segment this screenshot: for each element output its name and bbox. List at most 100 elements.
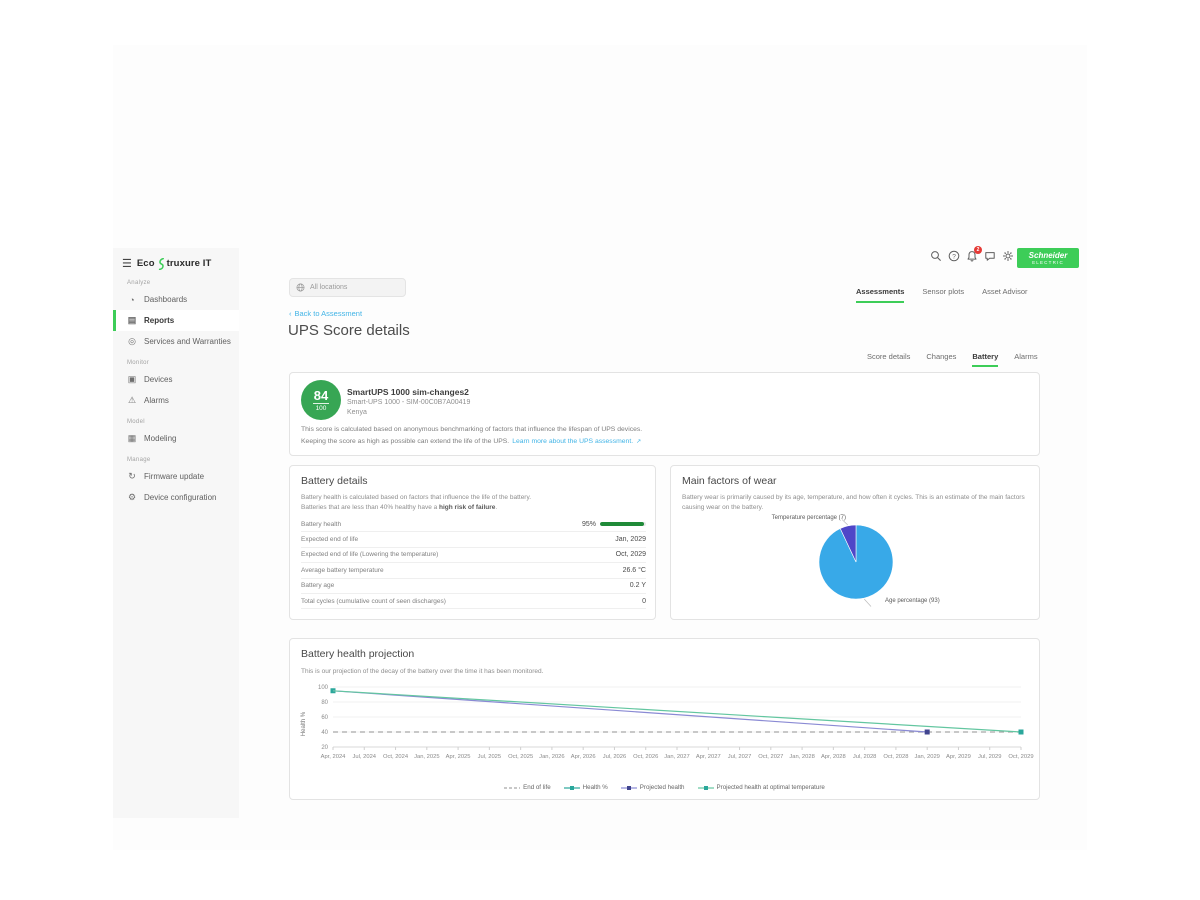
location-filter[interactable]: All locations xyxy=(289,278,406,297)
row-label: Average battery temperature xyxy=(301,567,384,574)
logo-text-eco: Eco xyxy=(137,258,155,269)
ups-score-card: 84 100 SmartUPS 1000 sim-changes2 Smart-… xyxy=(289,372,1040,456)
battery-detail-row-expected-end-of-life: Expected end of life Jan, 2029 xyxy=(301,532,646,547)
sidebar-item-device-configuration[interactable]: ⚙Device configuration xyxy=(113,487,239,508)
svg-text:?: ? xyxy=(952,253,956,260)
score-value: 84 xyxy=(314,389,328,402)
svg-text:Oct, 2024: Oct, 2024 xyxy=(383,754,409,760)
legend-label: Projected health at optimal temperature xyxy=(717,784,825,791)
sidebar-item-label: Alarms xyxy=(144,396,169,405)
learn-more-link[interactable]: Learn more about the UPS assessment. xyxy=(512,438,633,445)
hamburger-menu-icon[interactable]: ☰ xyxy=(122,257,132,270)
notifications-bell-icon[interactable]: 2 xyxy=(965,249,979,263)
sidebar-section-analyze: Analyze xyxy=(113,272,239,289)
feedback-icon[interactable] xyxy=(983,249,997,263)
score-max: 100 xyxy=(316,405,327,412)
svg-text:Jan, 2025: Jan, 2025 xyxy=(414,754,439,760)
score-badge: 84 100 xyxy=(301,380,341,420)
sidebar-item-services-and-warranties[interactable]: ◎Services and Warranties xyxy=(113,331,239,352)
wear-card-description: Battery wear is primarily caused by its … xyxy=(682,493,1030,513)
sidebar: ☰ Eco truxure IT Analyze◔Dashboards ▤ Repo… xyxy=(113,248,239,818)
search-icon[interactable] xyxy=(929,249,943,263)
svg-text:Apr, 2026: Apr, 2026 xyxy=(571,754,596,760)
sidebar-item-modeling[interactable]: ▦Modeling xyxy=(113,428,239,449)
svg-text:Oct, 2026: Oct, 2026 xyxy=(633,754,658,760)
svg-text:Jul, 2024: Jul, 2024 xyxy=(353,754,377,760)
row-value: Jan, 2029 xyxy=(615,536,646,543)
svg-text:Oct, 2028: Oct, 2028 xyxy=(883,754,908,760)
svg-text:80: 80 xyxy=(321,700,328,706)
sidebar-item-firmware-update[interactable]: ↻ Firmware update xyxy=(113,466,239,487)
globe-icon xyxy=(296,283,305,292)
tab-assessments[interactable]: Assessments xyxy=(856,287,904,303)
sidebar-item-label: Devices xyxy=(144,375,172,384)
svg-text:Apr, 2027: Apr, 2027 xyxy=(696,754,721,760)
svg-text:Jul, 2028: Jul, 2028 xyxy=(853,754,877,760)
subtab-battery[interactable]: Battery xyxy=(972,352,998,367)
row-label: Total cycles (cumulative count of seen d… xyxy=(301,598,446,605)
pie-label-age: Age percentage (93) xyxy=(885,598,940,604)
app-logo: ☰ Eco truxure IT xyxy=(113,248,239,272)
legend-item-projected-health[interactable]: Projected health xyxy=(621,784,685,791)
legend-item-health[interactable]: Health % xyxy=(564,784,608,791)
series-marker-projected-health-at-optimal-temperature xyxy=(1019,730,1024,735)
back-to-assessment-link[interactable]: ‹ Back to Assessment xyxy=(289,309,362,318)
legend-label: Projected health xyxy=(640,784,685,791)
battery-details-rows: Battery health95%Expected end of lifeJan… xyxy=(301,517,646,609)
svg-text:Apr, 2024: Apr, 2024 xyxy=(321,754,347,760)
battery-projection-card: Battery health projection This is our pr… xyxy=(289,638,1040,800)
projection-line-chart: 20406080100Apr, 2024Jul, 2024Oct, 2024Ja… xyxy=(295,679,1041,781)
sidebar-nav: Analyze◔Dashboards ▤ Reports ◎Services and … xyxy=(113,272,239,508)
legend-item-projected-health-at-optimal-temperature[interactable]: Projected health at optimal temperature xyxy=(698,784,825,791)
projection-legend: End of life Health % Projected health Proje… xyxy=(290,784,1039,791)
score-description-2: Keeping the score as high as possible ca… xyxy=(301,438,641,445)
svg-text:Oct, 2029: Oct, 2029 xyxy=(1008,754,1033,760)
svg-text:Apr, 2028: Apr, 2028 xyxy=(821,754,846,760)
sidebar-item-dashboards[interactable]: ◔Dashboards xyxy=(113,289,239,310)
row-value: 0 xyxy=(642,598,646,605)
page-title: UPS Score details xyxy=(288,322,410,339)
tab-asset-advisor[interactable]: Asset Advisor xyxy=(982,287,1027,303)
subtab-changes[interactable]: Changes xyxy=(926,352,956,367)
reports-icon: ▤ xyxy=(127,315,137,326)
subtab-score-details[interactable]: Score details xyxy=(867,352,910,367)
device-location: Kenya xyxy=(347,409,367,416)
logo-text-rest: truxure IT xyxy=(167,258,212,269)
legend-label: End of life xyxy=(523,784,551,791)
series-marker-projected-health xyxy=(925,730,930,735)
sidebar-item-devices[interactable]: ▣Devices xyxy=(113,369,239,390)
sidebar-section-monitor: Monitor xyxy=(113,352,239,369)
sidebar-section-model: Model xyxy=(113,411,239,428)
svg-text:100: 100 xyxy=(318,685,329,691)
sidebar-item-label: Reports xyxy=(144,316,174,325)
help-icon[interactable]: ? xyxy=(947,249,961,263)
schneider-electric-logo: Schneider Electric xyxy=(1017,248,1079,268)
battery-detail-row-expected-end-of-life-lowering-the-temperature: Expected end of life (Lowering the tempe… xyxy=(301,548,646,563)
battery-details-card: Battery details Battery health is calcul… xyxy=(289,465,656,620)
svg-text:60: 60 xyxy=(321,715,328,721)
pie-label-temperature: Temperature percentage (7) xyxy=(711,515,846,521)
sidebar-item-reports[interactable]: ▤ Reports xyxy=(113,310,239,331)
score-description-1: This score is calculated based on anonym… xyxy=(301,426,642,433)
svg-text:Jan, 2028: Jan, 2028 xyxy=(789,754,814,760)
subtab-alarms[interactable]: Alarms xyxy=(1014,352,1037,367)
location-filter-label: All locations xyxy=(310,284,347,291)
tab-sensor-plots[interactable]: Sensor plots xyxy=(922,287,964,303)
row-label: Expected end of life xyxy=(301,536,358,543)
back-chevron-icon: ‹ xyxy=(289,309,292,318)
legend-label: Health % xyxy=(583,784,608,791)
legend-item-end-of-life[interactable]: End of life xyxy=(504,784,551,791)
firmware-update-icon: ↻ xyxy=(127,471,137,482)
detail-subtabs: Score details Changes Battery Alarms xyxy=(867,352,1038,367)
sidebar-item-label: Firmware update xyxy=(144,472,204,481)
sidebar-item-alarms[interactable]: ⚠Alarms xyxy=(113,390,239,411)
score-description-2-text: Keeping the score as high as possible ca… xyxy=(301,438,509,445)
back-link-label: Back to Assessment xyxy=(295,309,363,318)
svg-text:Oct, 2027: Oct, 2027 xyxy=(758,754,783,760)
settings-gear-icon[interactable] xyxy=(1001,249,1015,263)
svg-text:20: 20 xyxy=(321,745,328,751)
svg-text:Jan, 2029: Jan, 2029 xyxy=(914,754,939,760)
svg-text:Oct, 2025: Oct, 2025 xyxy=(508,754,533,760)
row-value: 0.2 Y xyxy=(630,582,646,589)
row-label: Expected end of life (Lowering the tempe… xyxy=(301,551,438,558)
